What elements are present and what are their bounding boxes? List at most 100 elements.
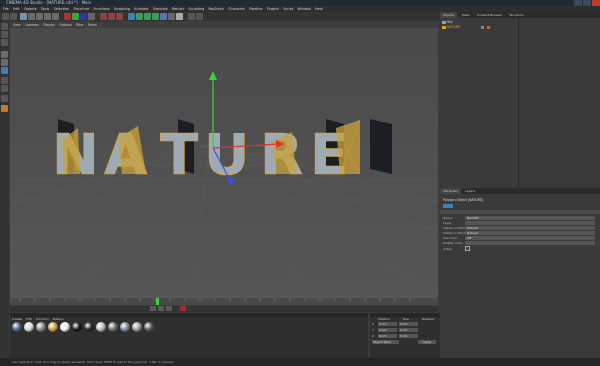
status-bar: Live Selection: Click and drag to select…	[0, 358, 600, 366]
tab-takes[interactable]: Takes	[459, 12, 473, 18]
array-icon[interactable]	[144, 13, 151, 20]
size-z-field[interactable]: 0 cm	[399, 334, 418, 338]
material-menu-create[interactable]: Create	[12, 317, 22, 321]
x-axis-icon[interactable]	[64, 13, 71, 20]
play-back-icon[interactable]	[150, 306, 156, 311]
tab-attributes[interactable]: Attributes	[440, 188, 461, 194]
play-icon[interactable]	[158, 306, 164, 311]
status-text: Live Selection: Click and drag to select…	[12, 360, 175, 364]
material-swatch-blue-mat[interactable]	[12, 322, 22, 332]
basic-tab[interactable]	[443, 204, 453, 208]
section-header	[440, 210, 600, 214]
light-icon[interactable]	[176, 13, 183, 20]
redo-icon[interactable]	[10, 13, 17, 20]
snap-icon[interactable]	[1, 95, 8, 102]
points-mode-icon[interactable]	[1, 51, 8, 58]
subdivision-icon[interactable]	[136, 13, 143, 20]
material-menu-edit[interactable]: Edit	[26, 317, 32, 321]
cube-icon[interactable]	[128, 13, 135, 20]
visibility-toggle-icon[interactable]	[480, 25, 484, 29]
layer-field[interactable]	[465, 221, 595, 225]
material-swatch-grey-mat-3[interactable]	[144, 322, 154, 332]
material-swatch-grey-mat-2[interactable]	[108, 322, 118, 332]
playhead	[156, 298, 159, 305]
attribute-header: Polygon Object [NATURE]	[443, 198, 484, 202]
tweak-icon[interactable]	[1, 85, 8, 92]
timeline[interactable]	[10, 298, 438, 312]
attr-xray-row: X-Ray	[443, 246, 597, 251]
enable-axis-icon[interactable]	[1, 77, 8, 84]
xray-checkbox[interactable]	[465, 246, 470, 251]
scene-icon[interactable]	[160, 13, 167, 20]
editor-visibility-select[interactable]: Default	[465, 226, 595, 230]
coordinates-column-headers: Position Size Rotation	[378, 317, 434, 321]
camera-icon[interactable]	[168, 13, 175, 20]
viewport[interactable]: View Cameras Display Options Filter Pane…	[10, 22, 438, 298]
material-menu-function[interactable]: Function	[36, 317, 49, 321]
axis-mode-icon[interactable]	[1, 39, 8, 46]
material-swatch-silver-mat[interactable]	[132, 322, 142, 332]
polygons-mode-icon[interactable]	[1, 67, 8, 74]
material-swatch-blue-grey-mat[interactable]	[120, 322, 130, 332]
size-x-field[interactable]: 0 cm	[399, 322, 418, 326]
workplane-icon[interactable]	[196, 13, 203, 20]
scale-icon[interactable]	[36, 13, 43, 20]
position-y-field[interactable]: 0 cm	[378, 328, 397, 332]
tab-content-browser[interactable]: Content Browser	[474, 12, 505, 18]
material-tag-icon[interactable]	[486, 25, 490, 29]
object-row-nature[interactable]: NATURE	[442, 25, 596, 30]
render-picture-viewer-icon[interactable]	[108, 13, 115, 20]
position-z-field[interactable]: 0 cm	[378, 334, 397, 338]
z-axis-icon[interactable]	[80, 13, 87, 20]
rotate-icon[interactable]	[44, 13, 51, 20]
render-view-icon[interactable]	[100, 13, 107, 20]
material-swatch-white-mat[interactable]	[24, 322, 34, 332]
object-name: NATURE	[447, 25, 460, 29]
render-settings-icon[interactable]	[116, 13, 123, 20]
position-x-field[interactable]: 0 cm	[378, 322, 397, 326]
tab-structure[interactable]: Structure	[506, 12, 526, 18]
tab-objects[interactable]: Objects	[440, 12, 458, 18]
texture-mode-icon[interactable]	[1, 31, 8, 38]
renderer-visibility-select[interactable]: Default	[465, 231, 595, 235]
coordinates-manager: Position Size Rotation X0 cm 0 cm Y0 cm 0 …	[370, 313, 440, 358]
material-menu: Create Edit Function Texture	[12, 317, 63, 321]
name-field[interactable]: NATURE	[465, 216, 595, 220]
record-icon[interactable]	[180, 306, 186, 311]
size-header: Size	[402, 317, 409, 321]
recent-tool-icon[interactable]	[52, 13, 59, 20]
undo-icon[interactable]	[2, 13, 9, 20]
attribute-tabs: Attributes Layers	[440, 188, 600, 194]
deformer-icon[interactable]	[152, 13, 159, 20]
material-manager: Create Edit Function Texture	[10, 313, 368, 358]
layout-icon[interactable]	[188, 13, 195, 20]
viewport-scene: N A T U R E	[10, 28, 438, 298]
object-name: Sky	[447, 20, 453, 24]
size-y-field[interactable]: 0 cm	[399, 328, 418, 332]
material-swatch-light-mat[interactable]	[96, 322, 106, 332]
main-toolbar	[0, 12, 440, 21]
material-menu-texture[interactable]: Texture	[52, 317, 63, 321]
material-swatch-yellow-mat[interactable]	[48, 322, 58, 332]
material-swatch-dark-mat[interactable]	[72, 322, 82, 332]
display-color-field[interactable]	[465, 241, 595, 245]
coordinate-system-icon[interactable]	[88, 13, 95, 20]
tab-layers[interactable]: Layers	[462, 188, 478, 194]
apply-button[interactable]: Apply	[418, 340, 436, 344]
y-axis-icon[interactable]	[72, 13, 79, 20]
attribute-manager: Attributes Layers Polygon Object [NATURE…	[440, 188, 600, 358]
polygon-object-icon	[442, 25, 446, 29]
object-manager-tabs: Objects Takes Content Browser Structure	[440, 12, 600, 18]
coordinate-mode-select[interactable]: Object (Rel)	[372, 340, 399, 344]
material-swatch-grey-mat[interactable]	[36, 322, 46, 332]
make-editable-icon[interactable]	[1, 23, 8, 30]
edges-mode-icon[interactable]	[1, 59, 8, 66]
use-color-select[interactable]: Off	[465, 236, 595, 240]
coord-row-y: Y0 cm 0 cm	[372, 328, 438, 333]
material-swatch-dark-mat-2[interactable]	[84, 322, 94, 332]
material-swatch-white-mat-2[interactable]	[60, 322, 70, 332]
play-forward-icon[interactable]	[166, 306, 172, 311]
move-icon[interactable]	[28, 13, 35, 20]
sculpt-icon[interactable]	[1, 105, 8, 112]
live-selection-icon[interactable]	[20, 13, 27, 20]
